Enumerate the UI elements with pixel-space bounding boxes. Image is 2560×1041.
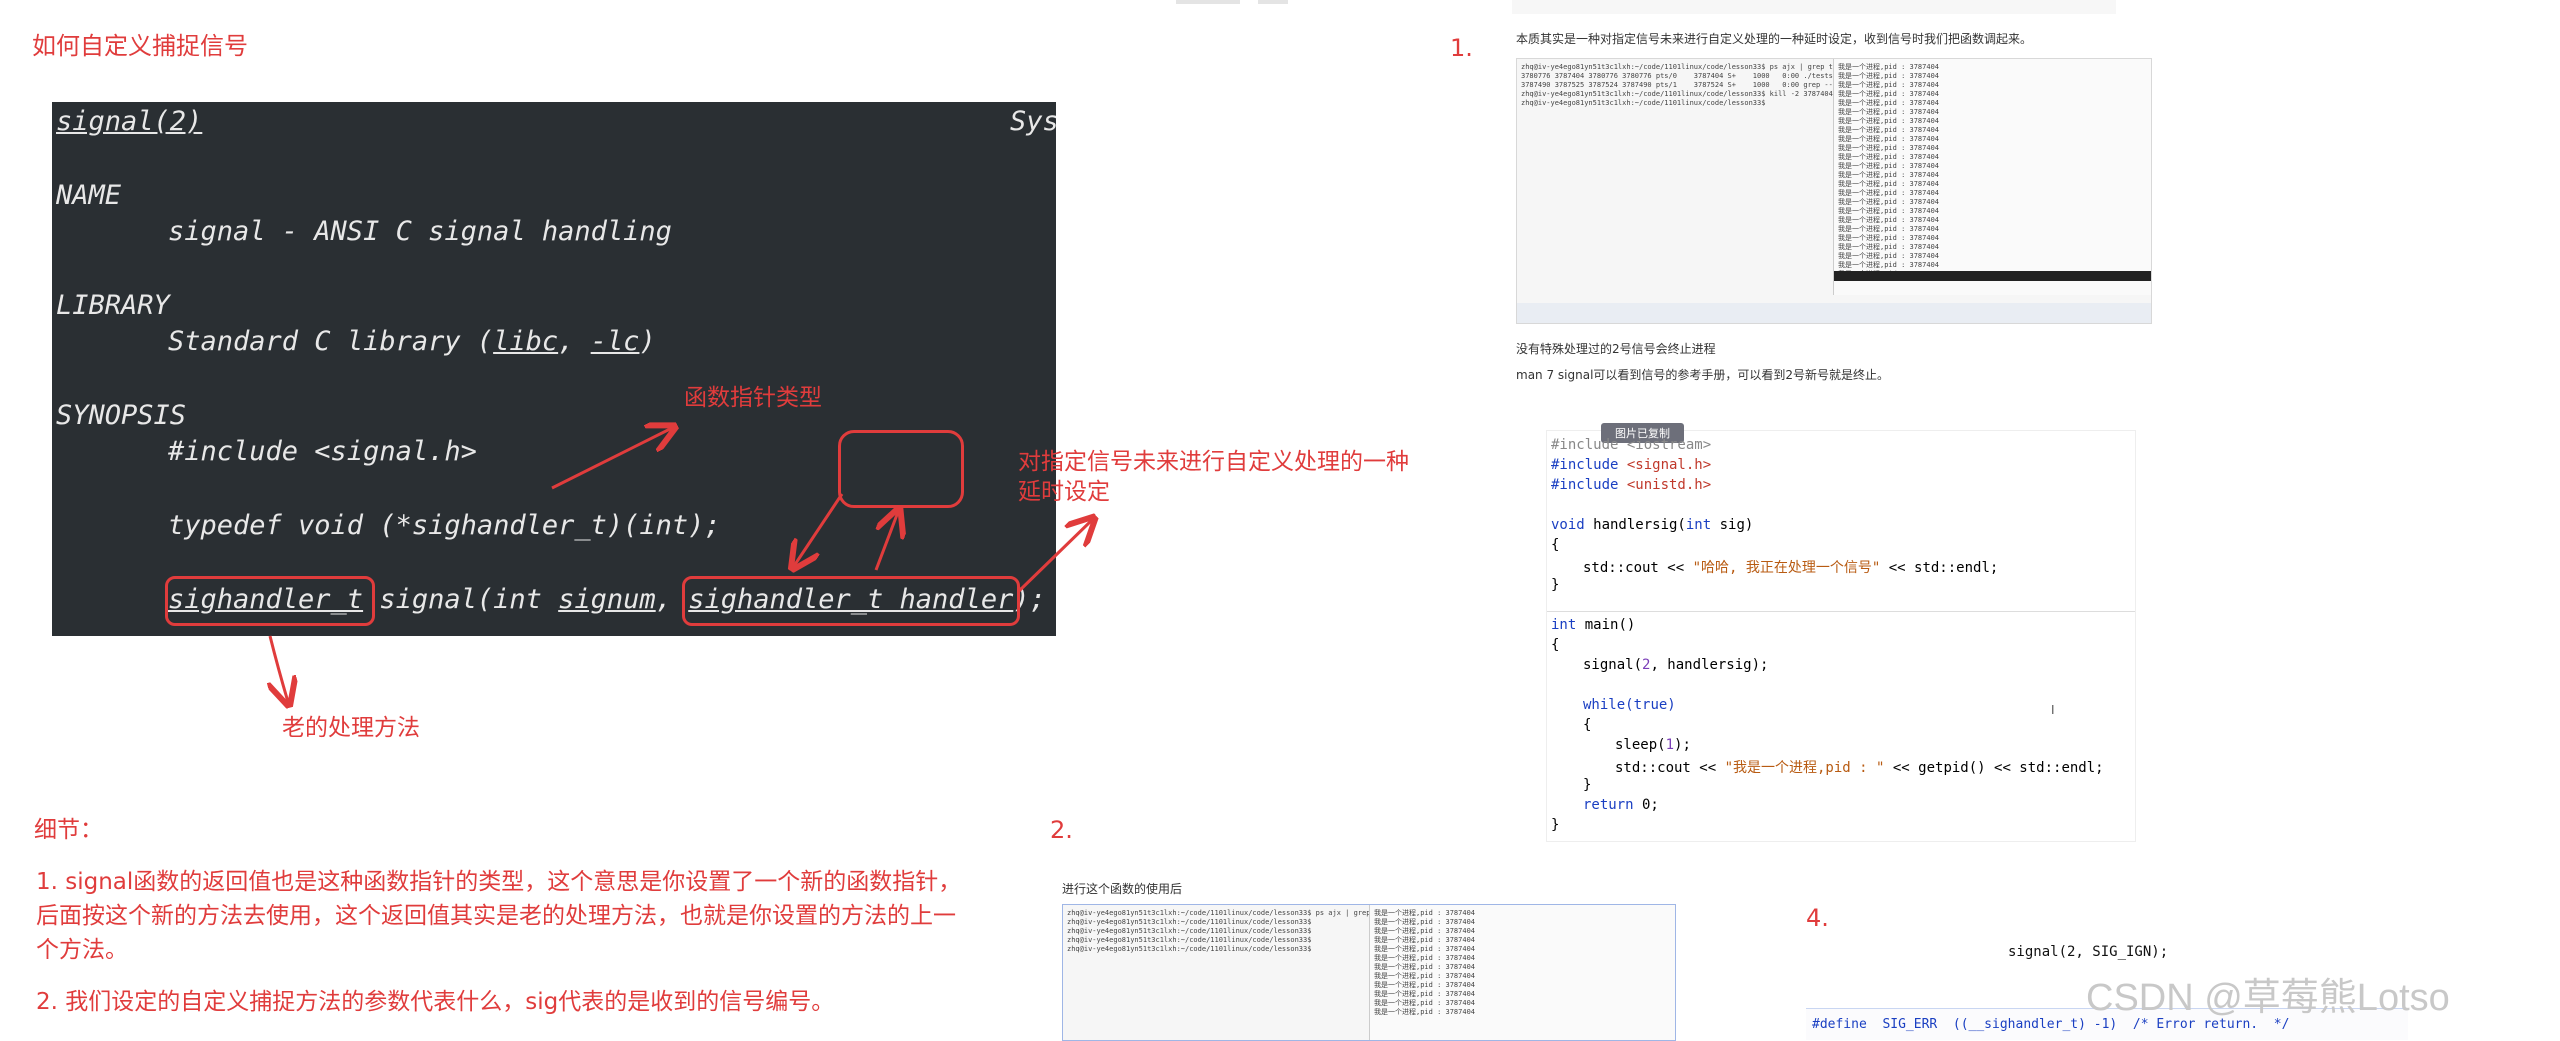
arrow-to-deferred-label bbox=[1016, 520, 1092, 594]
code-while: while(true) bbox=[1583, 697, 1676, 713]
top-tab-strip bbox=[1176, 0, 1240, 4]
code-brace: { bbox=[1551, 537, 1560, 553]
label-deferred-setting-2: 延时设定 bbox=[1018, 479, 1110, 505]
code-brace: } bbox=[1551, 577, 1560, 593]
top-bar-faint bbox=[1512, 0, 2116, 14]
terminal-output-pane: 我是一个进程,pid : 3787404 我是一个进程,pid : 378740… bbox=[1833, 59, 2151, 295]
detail-1-line-3: 个方法。 bbox=[36, 937, 128, 963]
note-unhandled-signal: 没有特殊处理过的2号信号会终止进程 bbox=[1516, 342, 1716, 356]
terminal-lines: zhq@iv-ye4ego81yn51t3c1lxh:~/code/1101li… bbox=[1521, 63, 1867, 107]
label-func-ptr-type: 函数指针类型 bbox=[684, 385, 822, 411]
terminal-screenshot-2: zhq@iv-ye4ego81yn51t3c1lxh:~/code/1101li… bbox=[1062, 904, 1676, 1041]
code-cout-pid: std::cout << "我是一个进程,pid : " << getpid()… bbox=[1615, 760, 2104, 776]
item-number-4: 4. bbox=[1806, 904, 1829, 932]
code-brace: } bbox=[1583, 777, 1592, 793]
code-brace: } bbox=[1551, 817, 1560, 833]
terminal-2-output-pane: 我是一个进程,pid : 3787404 我是一个进程,pid : 378740… bbox=[1369, 905, 1675, 1040]
code-screenshot: 图片已复制 #include <iostream> #include <sign… bbox=[1546, 423, 2136, 842]
after-use-caption: 进行这个函数的使用后 bbox=[1062, 882, 1183, 896]
details-heading: 细节： bbox=[34, 817, 103, 843]
code-brace: { bbox=[1551, 637, 1560, 653]
taskbar-strip bbox=[1517, 303, 2151, 323]
code-include-unistd: #include <unistd.h> bbox=[1551, 477, 1712, 493]
arrow-param-to-bubble bbox=[874, 512, 898, 571]
code-include-signal: #include <signal.h> bbox=[1551, 457, 1712, 473]
top-tab-strip-2 bbox=[1258, 0, 1288, 4]
detail-2: 2. 我们设定的自定义捕捉方法的参数代表什么，sig代表的是收到的信号编号。 bbox=[36, 989, 835, 1015]
detail-1-line-1: 1. signal函数的返回值也是这种函数指针的类型，这个意思是你设置了一个新的… bbox=[36, 869, 962, 895]
code-handler-signature: void handlersig(int sig) bbox=[1551, 517, 1754, 533]
item-number-1: 1. bbox=[1450, 34, 1473, 62]
arrow-bubble-to-param bbox=[794, 493, 844, 566]
code-return: return 0; bbox=[1583, 797, 1659, 813]
terminal-cursor-row bbox=[1834, 271, 2151, 281]
arrow-to-func-ptr-label bbox=[551, 428, 672, 490]
code-main-signature: int main() bbox=[1551, 617, 1636, 633]
code-handler-cout: std::cout << "哈哈, 我正在处理一个信号" << std::end… bbox=[1583, 560, 1999, 576]
terminal-screenshot-1: zhq@iv-ye4ego81yn51t3c1lxh:~/code/1101li… bbox=[1516, 58, 2152, 324]
text-cursor-icon: I bbox=[2051, 703, 2055, 717]
item-number-2: 2. bbox=[1050, 816, 1073, 844]
arrow-to-old-handler-label bbox=[270, 635, 288, 702]
code-sleep: sleep(1); bbox=[1615, 737, 1691, 753]
code-signal-call: signal(2, handlersig); bbox=[1583, 657, 1769, 673]
code-brace: { bbox=[1583, 717, 1592, 733]
code-include-iostream: #include <iostream> bbox=[1551, 437, 1712, 453]
csdn-watermark: CSDN @草莓熊Lotso bbox=[2086, 977, 2450, 1019]
note-man-7-signal: man 7 signal可以看到信号的参考手册，可以看到2号新号就是终止。 bbox=[1516, 368, 1890, 382]
intro-text: 本质其实是一种对指定信号未来进行自定义处理的一种延时设定，收到信号时我们把函数调… bbox=[1516, 32, 2033, 46]
code-divider bbox=[1547, 611, 2135, 612]
sig-ign-call: signal(2, SIG_IGN); bbox=[2008, 944, 2169, 960]
label-old-handler: 老的处理方法 bbox=[282, 715, 420, 741]
detail-1-line-2: 后面按这个新的方法去使用，这个返回值其实是老的处理方法，也就是你设置的方法的上一 bbox=[36, 903, 956, 929]
